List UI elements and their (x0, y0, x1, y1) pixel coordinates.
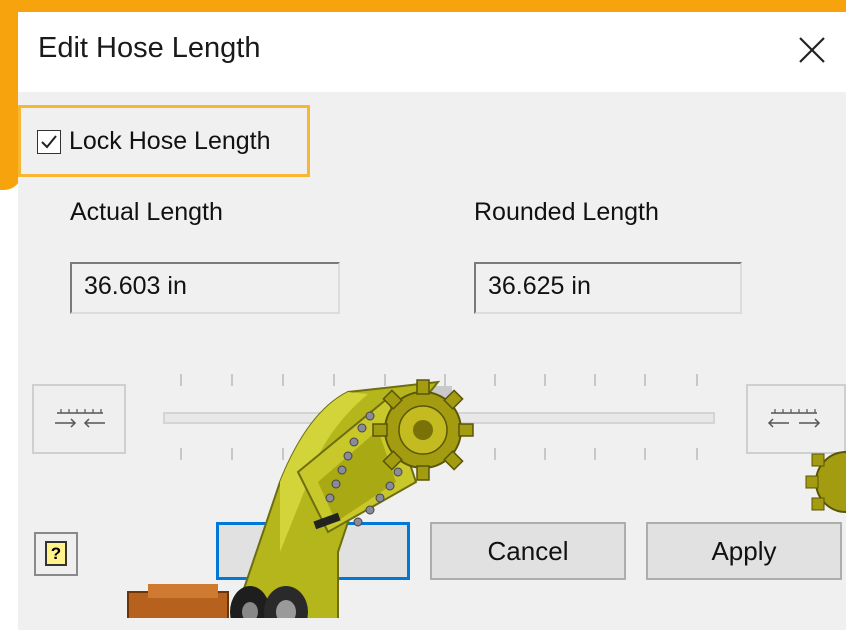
edit-hose-length-dialog: Edit Hose Length Lock Hose Length Actual… (18, 12, 846, 630)
lengthen-arrows-icon (767, 409, 821, 428)
close-icon (799, 37, 825, 63)
orange-accent-bar (0, 0, 846, 12)
slider-thumb[interactable] (432, 386, 452, 412)
checkmark-icon (41, 135, 57, 149)
dialog-bottom-edge (18, 618, 846, 630)
actual-length-field[interactable]: 36.603 in (70, 262, 340, 314)
lengthen-length-button[interactable] (746, 384, 846, 454)
help-icon: ? (45, 541, 67, 566)
ok-button[interactable] (216, 522, 410, 580)
close-button[interactable] (792, 30, 832, 70)
actual-length-label: Actual Length (70, 198, 223, 226)
cancel-button[interactable]: Cancel (430, 522, 626, 580)
screenshot-frame: Edit Hose Length Lock Hose Length Actual… (0, 0, 846, 630)
lock-hose-length-checkbox[interactable] (37, 130, 61, 154)
lock-hose-length-highlight: Lock Hose Length (18, 105, 310, 177)
rounded-length-label: Rounded Length (474, 198, 659, 226)
apply-button[interactable]: Apply (646, 522, 842, 580)
dialog-title: Edit Hose Length (38, 32, 261, 64)
title-bar: Edit Hose Length (18, 12, 846, 92)
help-button[interactable]: ? (34, 532, 78, 576)
slider-track[interactable] (163, 412, 715, 424)
rounded-length-field[interactable]: 36.625 in (474, 262, 742, 314)
shorten-arrows-icon (55, 409, 105, 428)
shorten-length-button[interactable] (32, 384, 126, 454)
lock-hose-length-label: Lock Hose Length (69, 127, 271, 155)
